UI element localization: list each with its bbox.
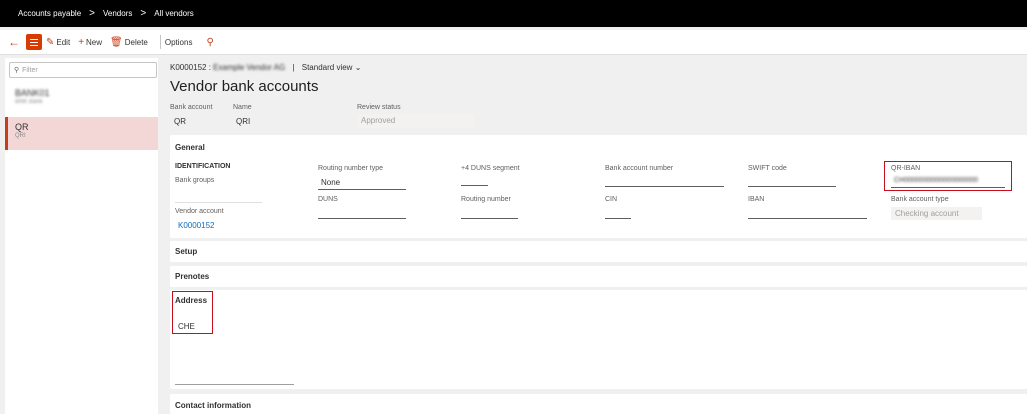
options-button[interactable]: Options <box>165 38 193 47</box>
hamburger-icon <box>30 41 38 43</box>
action-toolbar: ← ✎ Edit + New 🗑 Delete Options ⚲ <box>0 30 1027 55</box>
cin-field[interactable] <box>605 218 631 219</box>
qr-iban-underline <box>891 187 1005 188</box>
top-navigation-bar: Accounts payable > Vendors > All vendors <box>0 0 1027 27</box>
iban-label: IBAN <box>748 196 765 203</box>
prenotes-section-title: Prenotes <box>175 272 210 281</box>
bank-account-type-label: Bank account type <box>891 196 949 203</box>
vendor-name: Example Vendor AG <box>213 63 286 72</box>
routing-number-type-underline <box>318 189 406 190</box>
address-section-title[interactable]: Address <box>175 296 207 305</box>
page-title: Vendor bank accounts <box>170 78 319 95</box>
list-item[interactable]: BANK01 BNK Bank <box>5 88 158 105</box>
bank-groups-label: Bank groups <box>175 177 215 184</box>
qr-iban-value[interactable]: CH0000000000000000000 <box>894 177 978 184</box>
cin-label: CIN <box>605 196 618 203</box>
contact-information-title: Contact information <box>175 401 251 410</box>
delete-button[interactable]: 🗑 Delete <box>110 37 148 48</box>
breadcrumb-all-vendors[interactable]: All vendors <box>154 9 194 18</box>
duns-field[interactable] <box>318 218 406 219</box>
iban-field[interactable] <box>748 218 867 219</box>
list-toggle-button[interactable] <box>26 34 42 50</box>
bank-account-number-field[interactable] <box>605 186 724 187</box>
breadcrumb-vendors[interactable]: Vendors <box>103 9 132 18</box>
main-content: K0000152 : Example Vendor AG | Standard … <box>164 58 1027 414</box>
view-selector[interactable]: Standard view ⌄ <box>302 63 362 72</box>
search-icon: ⚲ <box>14 67 20 74</box>
trash-icon: 🗑 <box>110 36 123 48</box>
record-list-pane: ⚲ Filter BANK01 BNK Bank QR QRI <box>5 58 158 414</box>
setup-section-title: Setup <box>175 247 198 256</box>
edit-button[interactable]: ✎ Edit <box>46 37 70 48</box>
list-item-subtitle: QRI <box>15 133 26 139</box>
edit-button-label: Edit <box>56 37 71 47</box>
vendor-account-link[interactable]: K0000152 <box>178 221 214 230</box>
prenotes-section[interactable]: Prenotes <box>170 266 1027 287</box>
qr-iban-label: QR-IBAN <box>891 165 921 172</box>
address-value: CHE <box>178 322 195 331</box>
name-label: Name <box>233 104 252 111</box>
routing-number-type-select[interactable]: None <box>321 178 340 187</box>
caption-separator: | <box>292 63 295 72</box>
swift-code-field[interactable] <box>748 186 836 187</box>
search-icon[interactable]: ⚲ <box>206 37 213 48</box>
bank-groups-field[interactable] <box>175 202 262 203</box>
view-selector-label: Standard view <box>301 63 353 72</box>
address-section: Address CHE <box>170 290 1027 389</box>
list-item-selected[interactable]: QR QRI <box>5 117 158 150</box>
swift-code-label: SWIFT code <box>748 165 787 172</box>
back-arrow-icon[interactable]: ← <box>8 35 20 49</box>
toolbar-divider <box>159 35 161 49</box>
delete-button-label: Delete <box>124 37 148 47</box>
bank-account-type-field: Checking account <box>891 207 982 220</box>
list-item-title: BANK01 <box>15 88 50 98</box>
pencil-icon: ✎ <box>46 36 55 48</box>
routing-number-label: Routing number <box>461 196 511 203</box>
new-button-label: New <box>86 37 103 47</box>
duns-label: DUNS <box>318 196 338 203</box>
chevron-right-icon: > <box>89 8 95 19</box>
list-item-title: QR <box>15 122 29 132</box>
address-field-underline <box>175 384 294 385</box>
identification-heading: IDENTIFICATION <box>175 163 231 170</box>
filter-placeholder: Filter <box>22 66 38 74</box>
contact-information-section[interactable]: Contact information <box>170 394 1027 414</box>
duns4-label: +4 DUNS segment <box>461 165 520 172</box>
list-item-subtitle: BNK Bank <box>15 99 43 105</box>
general-section-title[interactable]: General <box>175 143 205 152</box>
vendor-id: K0000152 <box>170 63 207 72</box>
vendor-account-label: Vendor account <box>175 208 224 215</box>
duns4-field[interactable] <box>461 185 488 186</box>
bank-account-number-label: Bank account number <box>605 165 674 172</box>
routing-number-type-label: Routing number type <box>318 165 383 172</box>
setup-section[interactable]: Setup <box>170 241 1027 262</box>
routing-number-field[interactable] <box>461 218 518 219</box>
chevron-down-icon: ⌄ <box>354 63 362 72</box>
review-status-field: Approved <box>357 114 475 128</box>
options-button-label: Options <box>164 37 193 47</box>
chevron-right-icon: > <box>140 8 147 19</box>
name-value: QRI <box>236 117 251 126</box>
bank-account-value: QR <box>174 117 186 126</box>
general-section: General IDENTIFICATION Bank groups Vendo… <box>170 135 1027 238</box>
bank-account-label: Bank account <box>170 104 213 111</box>
review-status-label: Review status <box>357 104 401 111</box>
filter-input[interactable]: ⚲ Filter <box>9 62 157 78</box>
plus-icon: + <box>78 36 85 48</box>
new-button[interactable]: + New <box>78 37 102 48</box>
record-caption: K0000152 : Example Vendor AG | Standard … <box>170 63 362 72</box>
breadcrumb-accounts-payable[interactable]: Accounts payable <box>18 9 81 18</box>
